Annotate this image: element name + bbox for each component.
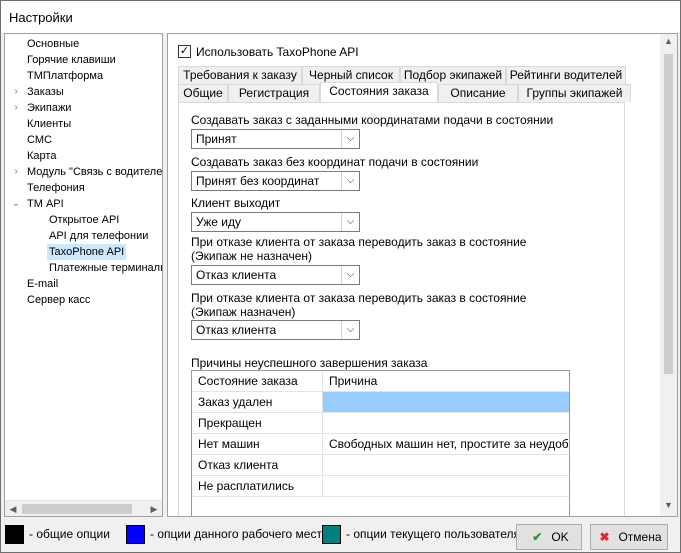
tree-horizontal-scrollbar[interactable]: ◀ ▶ (5, 500, 162, 516)
tree-list: Основные Горячие клавиши ТМПлатформа › Заказ… (5, 34, 162, 500)
state-cell[interactable]: Заказ удален (192, 392, 323, 412)
settings-window: Настройки Основные Горячие клавиши ТМПлатф… (0, 0, 681, 553)
select-create-without-coords[interactable]: Принят без координат ⌵ (191, 171, 360, 191)
tree-item-label: Основные (27, 38, 80, 50)
reason-cell[interactable] (323, 392, 569, 412)
scroll-left-icon[interactable]: ◀ (7, 503, 19, 515)
tab[interactable]: Группы экипажей (518, 84, 631, 102)
tab[interactable]: Состояния заказа (320, 82, 438, 102)
table-row[interactable]: Не расплатились (192, 476, 569, 497)
select-refusal-assigned[interactable]: Отказ клиента ⌵ (191, 320, 360, 340)
table-row[interactable]: Прекращен (192, 413, 569, 434)
field-label-refusal-assigned: При отказе клиента от заказа переводить … (191, 291, 527, 319)
settings-panel: ✓ Использовать TaxoPhone API Требования к… (167, 33, 678, 517)
table-row[interactable]: Отказ клиента (192, 455, 569, 476)
panel-vertical-scrollbar[interactable]: ▲ ▼ (660, 34, 677, 516)
tree-item-label: Открытое API (49, 214, 120, 226)
field-label-create-with-coords: Создавать заказ с заданными координатами… (191, 113, 554, 127)
legend-swatch-user (322, 525, 341, 544)
tree-item-label: ТМ API (27, 198, 64, 210)
select-value: Принят (196, 132, 237, 146)
select-refusal-not-assigned[interactable]: Отказ клиента ⌵ (191, 265, 360, 285)
chevron-down-icon[interactable]: ⌵ (341, 213, 359, 231)
settings-tree[interactable]: Основные Горячие клавиши ТМПлатформа › Заказ… (4, 33, 163, 517)
table-row[interactable]: Нет машин Свободных машин нет, простите з… (192, 434, 569, 455)
table-row[interactable]: Заказ удален (192, 392, 569, 413)
tab[interactable]: Регистрация (228, 84, 320, 102)
legend-text-workplace: - опции данного рабочего места (150, 527, 329, 541)
scroll-down-icon[interactable]: ▼ (662, 500, 675, 514)
cancel-button[interactable]: ✖ Отмена (590, 524, 668, 550)
chevron-right-icon[interactable]: › (11, 84, 21, 100)
field-label-create-without-coords: Создавать заказ без координат подачи в с… (191, 155, 479, 169)
checkbox-checked-icon[interactable]: ✓ (178, 45, 191, 59)
reason-cell[interactable]: Свободных машин нет, простите за неудобс… (323, 434, 569, 454)
scroll-thumb[interactable] (664, 54, 673, 374)
tree-item-label: Экипажи (27, 102, 72, 114)
state-cell[interactable]: Отказ клиента (192, 455, 323, 475)
tab-content-order-states: Создавать заказ с заданными координатами… (178, 102, 625, 516)
tab[interactable]: Рейтинги водителей (506, 66, 626, 84)
tree-item-label: Горячие клавиши (27, 54, 116, 66)
legend-swatch-workplace (126, 525, 145, 544)
ok-label: OK (551, 530, 569, 544)
chevron-right-icon[interactable]: › (11, 100, 21, 116)
reason-cell[interactable] (323, 455, 569, 475)
tree-item-label: Карта (27, 150, 57, 162)
ok-button[interactable]: ✔ OK (516, 524, 582, 550)
tree-item-label: TaxoPhone API (47, 244, 127, 260)
cancel-label: Отмена (618, 530, 662, 544)
reason-cell[interactable] (323, 476, 569, 496)
select-client-exits[interactable]: Уже иду ⌵ (191, 212, 360, 232)
select-create-with-coords[interactable]: Принят ⌵ (191, 129, 360, 149)
tree-item-label: Телефония (27, 182, 85, 194)
title-bar: Настройки (1, 1, 680, 33)
tab[interactable]: Общие (178, 84, 228, 102)
tree-item-label: Заказы (27, 86, 64, 98)
chevron-down-icon[interactable]: ⌵ (341, 321, 359, 339)
tree-item-label: E-mail (27, 278, 59, 290)
scroll-right-icon[interactable]: ▶ (148, 503, 160, 515)
column-header[interactable]: Состояние заказа (192, 371, 323, 391)
scroll-thumb[interactable] (22, 504, 132, 514)
select-value: Отказ клиента (196, 268, 277, 282)
tree-item-label: СМС (27, 134, 52, 146)
reason-cell[interactable] (323, 413, 569, 433)
window-title: Настройки (9, 10, 73, 25)
state-cell[interactable]: Прекращен (192, 413, 323, 433)
table-header-row: Состояние заказа Причина (192, 371, 569, 392)
checkmark-icon: ✔ (532, 530, 543, 544)
column-header[interactable]: Причина (323, 371, 569, 391)
field-label-client-exits: Клиент выходит (191, 196, 281, 210)
reasons-table[interactable]: Состояние заказа Причина Заказ удален Прекр… (191, 370, 570, 516)
select-value: Отказ клиента (196, 323, 277, 337)
legend-swatch-common (5, 525, 24, 544)
select-value: Принят без координат (196, 174, 320, 188)
tree-item-label: ТМПлатформа (27, 70, 104, 82)
tree-item-label: Платежные терминалы (49, 262, 162, 274)
tree-item-label: Сервер касс (27, 294, 91, 306)
use-api-label: Использовать TaxoPhone API (196, 45, 359, 59)
tree-item-label: Модуль "Связь с водителем" (27, 166, 162, 178)
tab[interactable]: Описание (438, 84, 518, 102)
chevron-down-icon[interactable]: ⌵ (341, 266, 359, 284)
tree-item-label: Клиенты (27, 118, 72, 130)
cross-icon: ✖ (599, 530, 610, 544)
tree-item-label: API для телефонии (49, 230, 149, 242)
field-label-refusal-not-assigned: При отказе клиента от заказа переводить … (191, 235, 527, 263)
reasons-title: Причины неуспешного завершения заказа (191, 356, 428, 370)
select-value: Уже иду (196, 215, 241, 229)
chevron-right-icon[interactable]: › (11, 164, 21, 180)
chevron-down-icon[interactable]: ⌄ (11, 196, 21, 212)
chevron-down-icon[interactable]: ⌵ (341, 130, 359, 148)
legend-text-user: - опции текущего пользователя (346, 527, 521, 541)
use-api-checkbox[interactable]: ✓ Использовать TaxoPhone API (178, 44, 359, 60)
chevron-down-icon[interactable]: ⌵ (341, 172, 359, 190)
scroll-up-icon[interactable]: ▲ (662, 36, 675, 50)
legend-text-common: - общие опции (29, 527, 110, 541)
state-cell[interactable]: Нет машин (192, 434, 323, 454)
tab[interactable]: Требования к заказу (178, 66, 302, 84)
state-cell[interactable]: Не расплатились (192, 476, 323, 496)
